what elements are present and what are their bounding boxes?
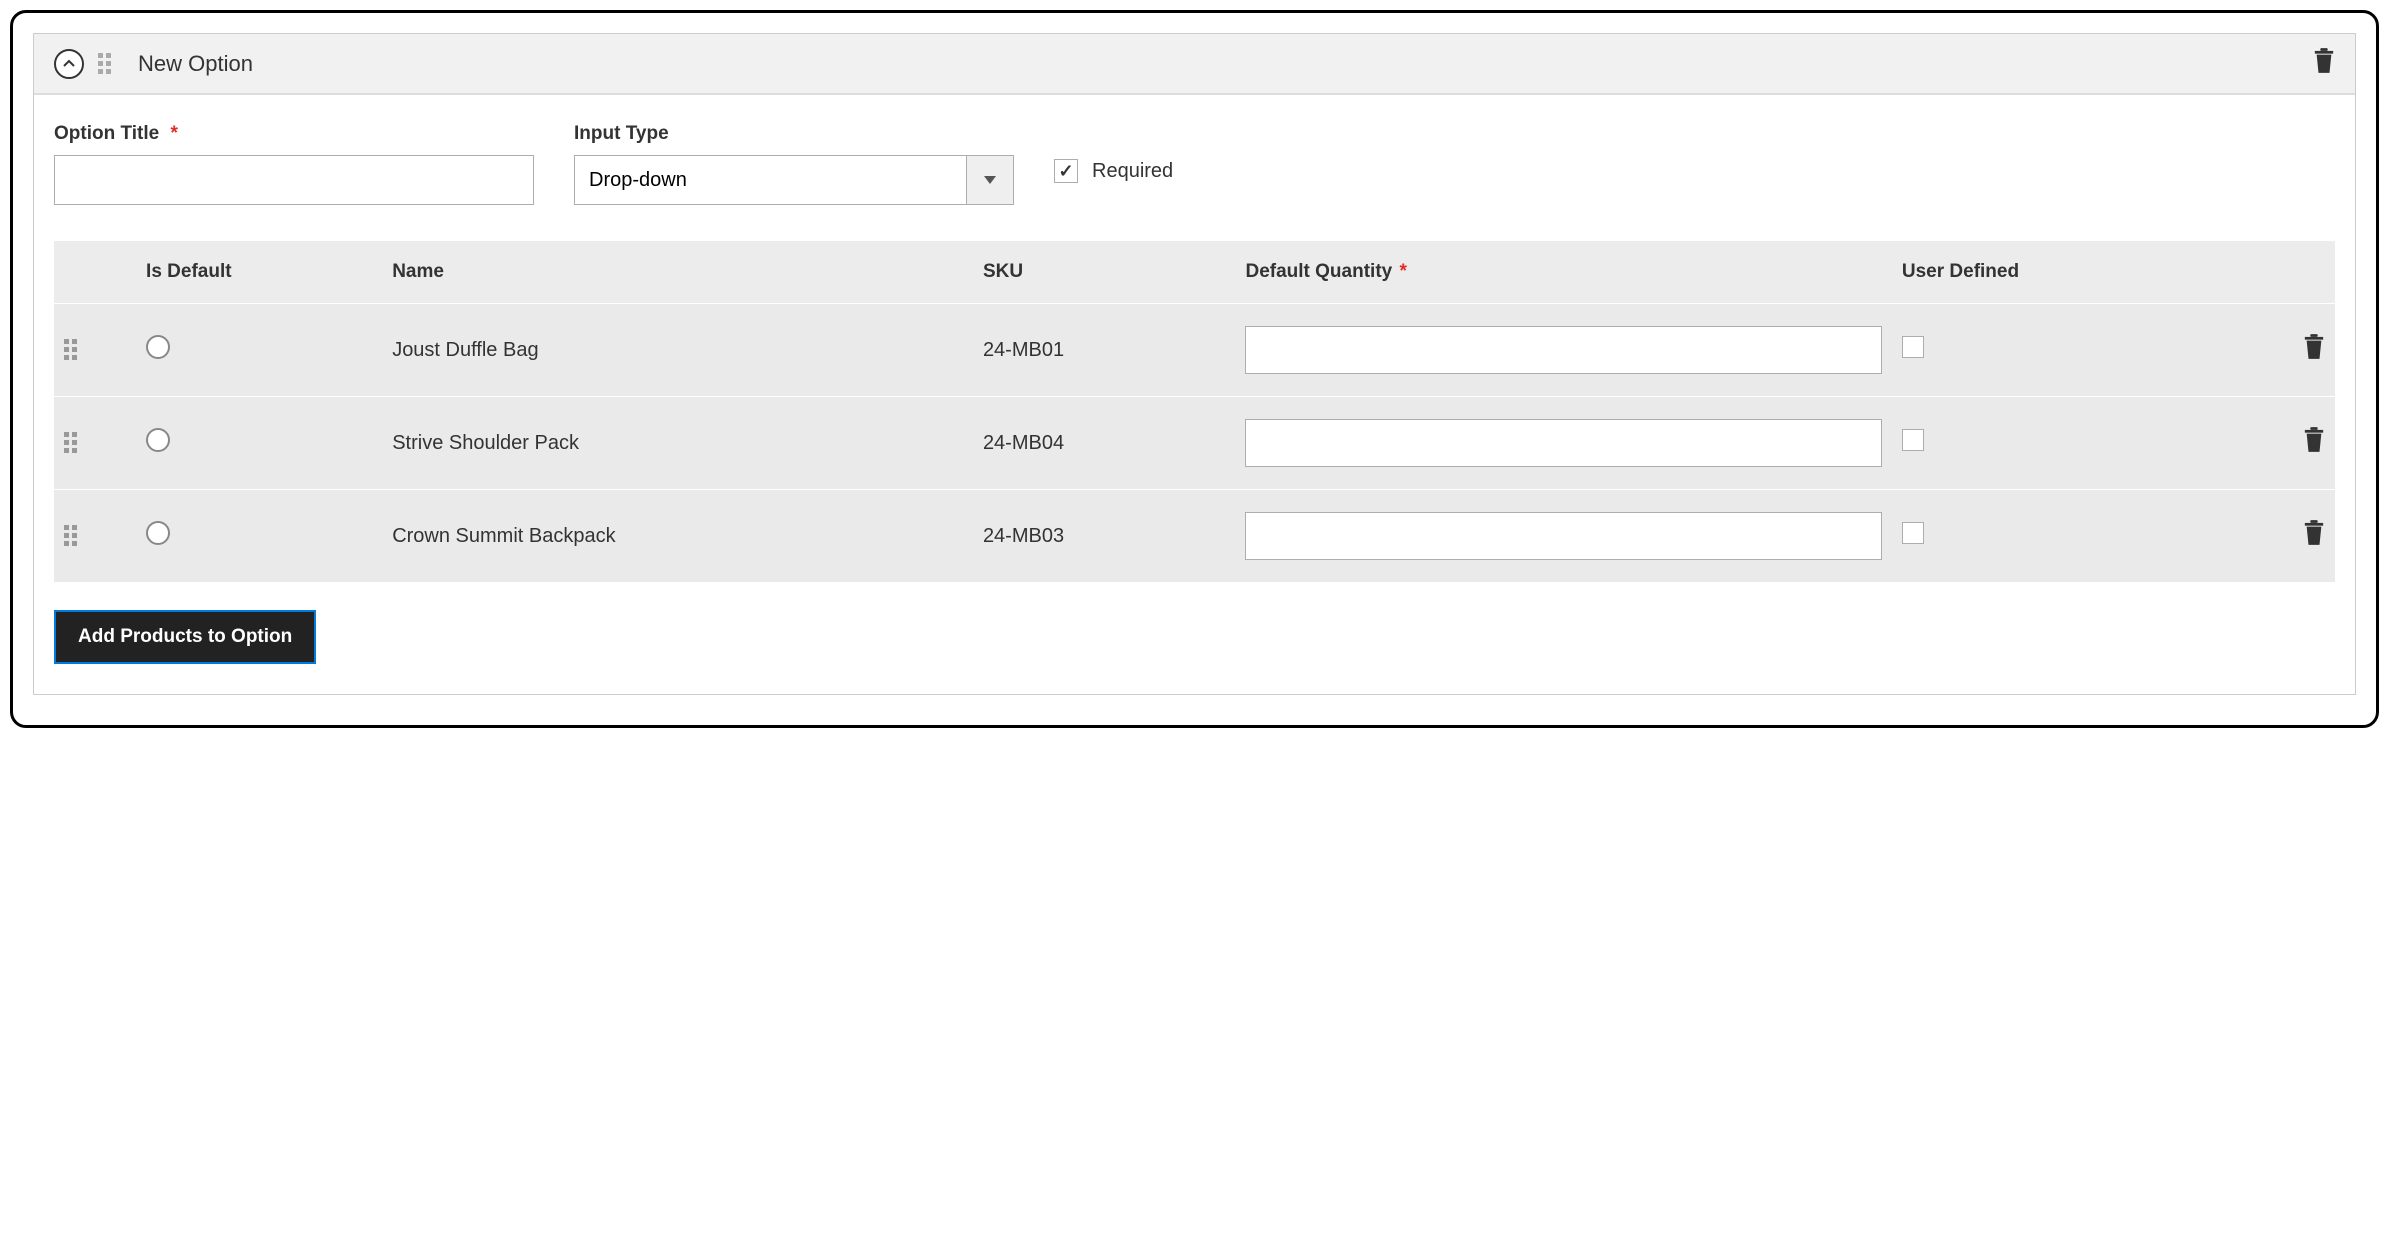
trash-icon bbox=[2303, 334, 2325, 360]
input-type-label: Input Type bbox=[574, 123, 1014, 145]
option-title-label-text: Option Title bbox=[54, 123, 159, 144]
delete-row-button[interactable] bbox=[2303, 436, 2325, 458]
required-label: Required bbox=[1092, 160, 1173, 183]
add-products-button[interactable]: Add Products to Option bbox=[54, 610, 316, 664]
header-default-qty: Default Quantity * bbox=[1235, 241, 1891, 304]
header-name: Name bbox=[382, 241, 973, 304]
row-sku: 24-MB01 bbox=[973, 304, 1236, 397]
form-row: Option Title * Input Type Drop-down bbox=[54, 123, 2335, 205]
table-row: Joust Duffle Bag24-MB01 bbox=[54, 304, 2335, 397]
products-table: Is Default Name SKU Default Quantity * U… bbox=[54, 241, 2335, 582]
header-is-default: Is Default bbox=[136, 241, 382, 304]
row-drag-handle-icon[interactable] bbox=[64, 525, 80, 547]
option-panel: New Option Option Title * bbox=[33, 33, 2356, 695]
option-title-label: Option Title * bbox=[54, 123, 534, 145]
user-defined-checkbox[interactable] bbox=[1902, 336, 1924, 358]
default-quantity-input[interactable] bbox=[1245, 326, 1881, 374]
required-checkbox[interactable] bbox=[1054, 159, 1078, 183]
row-name: Joust Duffle Bag bbox=[382, 304, 973, 397]
row-sku: 24-MB04 bbox=[973, 397, 1236, 490]
products-table-wrap: Is Default Name SKU Default Quantity * U… bbox=[54, 241, 2335, 582]
drag-handle-icon[interactable] bbox=[98, 53, 114, 75]
collapse-toggle[interactable] bbox=[54, 49, 84, 79]
option-title-group: Option Title * bbox=[54, 123, 534, 205]
row-name: Crown Summit Backpack bbox=[382, 490, 973, 583]
required-star-icon: * bbox=[1400, 261, 1407, 282]
chevron-up-icon bbox=[62, 57, 76, 71]
user-defined-checkbox[interactable] bbox=[1902, 522, 1924, 544]
delete-option-button[interactable] bbox=[2313, 48, 2335, 79]
option-title-input[interactable] bbox=[54, 155, 534, 205]
row-drag-handle-icon[interactable] bbox=[64, 432, 80, 454]
table-row: Strive Shoulder Pack24-MB04 bbox=[54, 397, 2335, 490]
trash-icon bbox=[2313, 48, 2335, 74]
is-default-radio[interactable] bbox=[146, 335, 170, 359]
input-type-group: Input Type Drop-down bbox=[574, 123, 1014, 205]
delete-row-button[interactable] bbox=[2303, 529, 2325, 551]
input-type-value: Drop-down bbox=[574, 155, 966, 205]
row-drag-handle-icon[interactable] bbox=[64, 339, 80, 361]
user-defined-checkbox[interactable] bbox=[1902, 429, 1924, 451]
panel-title: New Option bbox=[138, 51, 253, 77]
default-quantity-input[interactable] bbox=[1245, 512, 1881, 560]
header-default-qty-text: Default Quantity bbox=[1245, 261, 1392, 282]
panel-body: Option Title * Input Type Drop-down bbox=[34, 95, 2355, 694]
row-sku: 24-MB03 bbox=[973, 490, 1236, 583]
input-type-dropdown-button[interactable] bbox=[966, 155, 1014, 205]
is-default-radio[interactable] bbox=[146, 428, 170, 452]
panel-header: New Option bbox=[34, 34, 2355, 95]
required-group: Required bbox=[1054, 159, 1173, 183]
input-type-select[interactable]: Drop-down bbox=[574, 155, 1014, 205]
trash-icon bbox=[2303, 520, 2325, 546]
default-quantity-input[interactable] bbox=[1245, 419, 1881, 467]
is-default-radio[interactable] bbox=[146, 521, 170, 545]
chevron-down-icon bbox=[984, 176, 996, 184]
delete-row-button[interactable] bbox=[2303, 343, 2325, 365]
header-sku: SKU bbox=[973, 241, 1236, 304]
row-name: Strive Shoulder Pack bbox=[382, 397, 973, 490]
required-star-icon: * bbox=[170, 123, 177, 144]
trash-icon bbox=[2303, 427, 2325, 453]
header-user-defined: User Defined bbox=[1892, 241, 2237, 304]
table-row: Crown Summit Backpack24-MB03 bbox=[54, 490, 2335, 583]
